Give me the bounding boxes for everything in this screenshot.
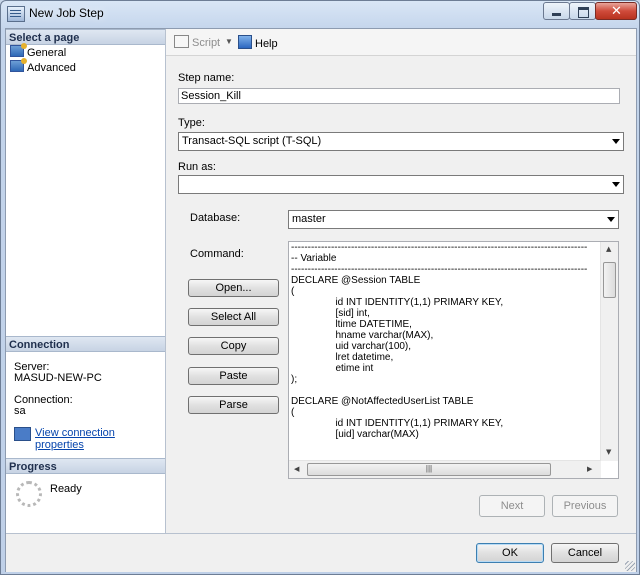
- help-button[interactable]: Help: [238, 35, 278, 51]
- type-value: Transact-SQL script (T-SQL): [182, 135, 322, 147]
- script-dropdown-arrow[interactable]: ▼: [225, 35, 233, 49]
- open-button[interactable]: Open...: [188, 279, 279, 297]
- command-label: Command:: [190, 248, 244, 260]
- run-as-label: Run as:: [178, 161, 216, 173]
- paste-button[interactable]: Paste: [188, 367, 279, 385]
- cancel-button[interactable]: Cancel: [551, 543, 619, 563]
- right-pane: Script ▼ Help Step name: Session_Kill Ty…: [166, 29, 636, 533]
- page-item-advanced[interactable]: Advanced: [10, 58, 76, 74]
- window-icon: [7, 6, 25, 22]
- page-label: General: [27, 47, 67, 59]
- server-value: MASUD-NEW-PC: [14, 372, 102, 384]
- previous-button[interactable]: Previous: [552, 495, 618, 517]
- view-connection-properties-link[interactable]: View connection properties: [35, 427, 165, 451]
- progress-spinner-icon: [16, 481, 42, 507]
- chevron-down-icon: [612, 139, 620, 144]
- scroll-right-icon[interactable]: ▶: [587, 465, 592, 473]
- step-name-field[interactable]: Session_Kill: [178, 88, 620, 104]
- help-icon: [238, 35, 252, 49]
- script-button[interactable]: Script: [174, 35, 220, 50]
- next-button[interactable]: Next: [479, 495, 545, 517]
- chevron-down-icon: [612, 182, 620, 187]
- chevron-down-icon: [607, 217, 615, 222]
- vertical-scrollbar[interactable]: ▲ ▼: [600, 242, 618, 461]
- toolbar: Script ▼ Help: [166, 29, 636, 56]
- progress-status: Ready: [50, 483, 82, 495]
- type-label: Type:: [178, 117, 205, 129]
- type-select[interactable]: Transact-SQL script (T-SQL): [178, 132, 624, 151]
- left-pane: Select a page General Advanced Connectio…: [6, 29, 166, 533]
- maximize-icon: [578, 7, 589, 18]
- close-icon: ✕: [611, 4, 622, 19]
- command-text[interactable]: ----------------------------------------…: [291, 242, 602, 460]
- script-icon: [174, 35, 189, 48]
- maximize-button[interactable]: [569, 2, 596, 20]
- scroll-left-icon[interactable]: ◀: [294, 465, 299, 473]
- resize-grip-icon[interactable]: [625, 561, 635, 571]
- page-item-general[interactable]: General: [10, 43, 67, 59]
- new-job-step-window: New Job Step ✕ Select a page General Adv…: [0, 0, 640, 575]
- command-editor[interactable]: ----------------------------------------…: [288, 241, 619, 479]
- scroll-up-icon[interactable]: ▲: [606, 245, 611, 253]
- progress-header: Progress: [6, 458, 165, 474]
- copy-button[interactable]: Copy: [188, 337, 279, 355]
- vertical-scroll-thumb[interactable]: [603, 262, 616, 298]
- parse-button[interactable]: Parse: [188, 396, 279, 414]
- window-title: New Job Step: [29, 6, 104, 20]
- database-select[interactable]: master: [288, 210, 619, 229]
- close-button[interactable]: ✕: [595, 2, 637, 20]
- dialog-footer: OK Cancel: [6, 533, 636, 572]
- minimize-icon: [552, 13, 561, 16]
- dialog-body: Select a page General Advanced Connectio…: [5, 28, 637, 572]
- connection-header: Connection: [6, 336, 165, 352]
- title-bar[interactable]: New Job Step ✕: [1, 1, 639, 27]
- step-name-label: Step name:: [178, 72, 235, 84]
- run-as-select[interactable]: [178, 175, 624, 194]
- select-page-header: Select a page: [6, 29, 165, 45]
- ok-button[interactable]: OK: [476, 543, 544, 563]
- connection-value: sa: [14, 405, 26, 417]
- minimize-button[interactable]: [543, 2, 570, 20]
- select-all-button[interactable]: Select All: [188, 308, 279, 326]
- database-value: master: [292, 213, 326, 225]
- scroll-down-icon[interactable]: ▼: [606, 448, 611, 456]
- page-icon: [10, 58, 27, 72]
- page-label: Advanced: [27, 62, 76, 74]
- page-icon: [10, 43, 27, 57]
- horizontal-scrollbar[interactable]: ◀ ||| ▶: [289, 460, 601, 478]
- help-label: Help: [255, 38, 278, 50]
- database-label: Database:: [190, 212, 241, 224]
- connection-properties-icon: [14, 427, 31, 441]
- horizontal-scroll-thumb[interactable]: |||: [307, 463, 551, 476]
- script-label: Script: [192, 37, 221, 49]
